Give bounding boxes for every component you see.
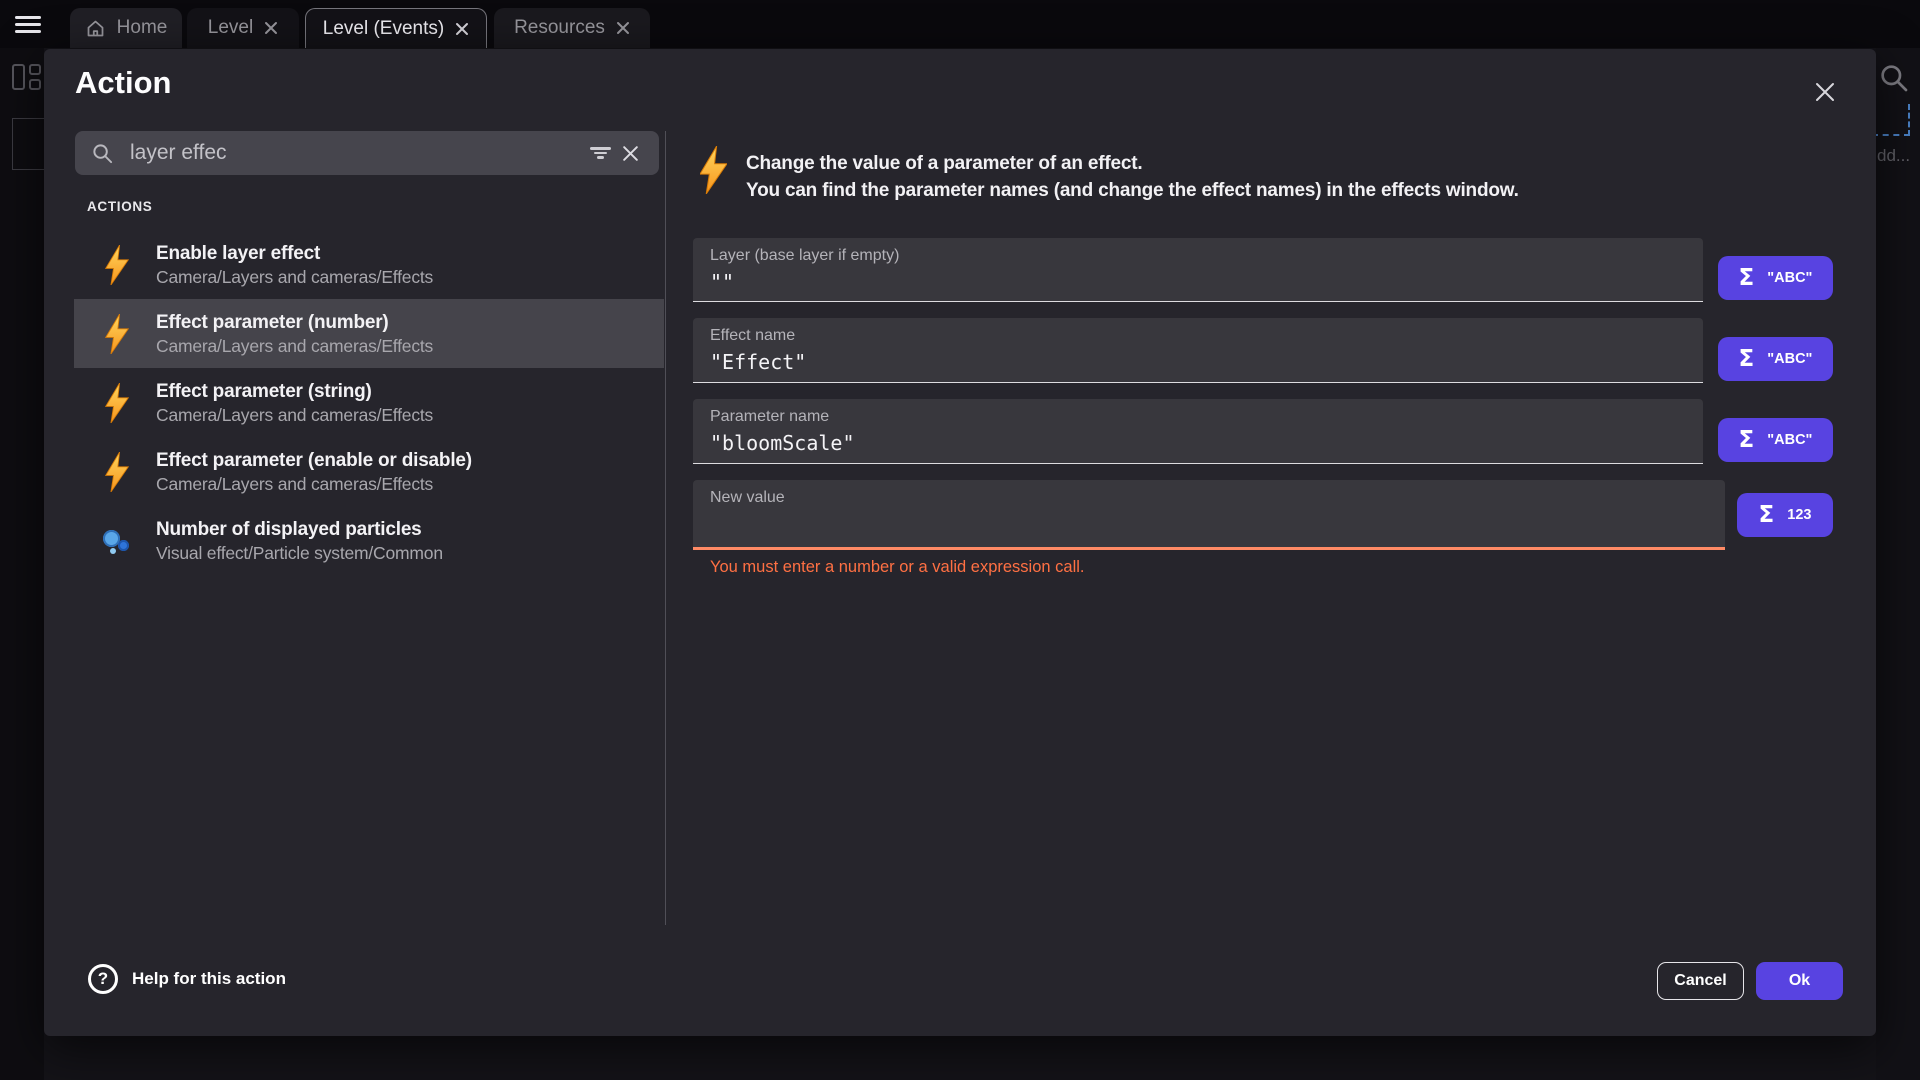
- sigma-icon: Σ: [1739, 346, 1755, 372]
- field-label: Layer (base layer if empty): [710, 247, 1703, 265]
- expression-type-label: "ABC": [1767, 432, 1812, 448]
- tab-label: Resources: [514, 17, 605, 39]
- search-icon: [91, 142, 114, 165]
- close-icon: [1813, 80, 1837, 104]
- search-input[interactable]: [128, 140, 585, 166]
- ok-button[interactable]: Ok: [1756, 962, 1843, 1000]
- expression-builder-button-parameter-name[interactable]: Σ "ABC": [1718, 418, 1833, 462]
- dialog-title: Action: [75, 65, 171, 101]
- dialog-close-button[interactable]: [1807, 74, 1843, 110]
- list-item-enable-layer-effect[interactable]: Enable layer effect Camera/Layers and ca…: [74, 230, 664, 299]
- action-dialog: Action ACTIONS: [44, 49, 1876, 1036]
- lightning-icon: [102, 245, 132, 285]
- expression-type-label: "ABC": [1767, 270, 1812, 286]
- lightning-icon: [102, 383, 132, 423]
- field-value: "Effect": [710, 350, 1703, 374]
- truncated-label: dd...: [1877, 146, 1910, 166]
- close-icon[interactable]: [455, 22, 469, 36]
- description-line-2: You can find the parameter names (and ch…: [746, 177, 1519, 204]
- lightning-icon: [102, 314, 132, 354]
- right-panel-background: dd...: [1876, 48, 1920, 1080]
- help-icon: ?: [88, 964, 118, 994]
- parameter-name-field[interactable]: Parameter name "bloomScale": [693, 399, 1703, 464]
- sigma-icon: Σ: [1739, 427, 1755, 453]
- tab-label: Home: [117, 17, 168, 39]
- field-value: "": [710, 270, 1703, 294]
- app-window: Home Level Level (Events) Resources: [0, 0, 1920, 1080]
- home-icon: [85, 18, 106, 39]
- tab-bar: Home Level Level (Events) Resources: [0, 0, 1920, 48]
- action-path: Camera/Layers and cameras/Effects: [156, 404, 433, 427]
- field-label: Effect name: [710, 327, 1703, 345]
- action-path: Camera/Layers and cameras/Effects: [156, 335, 433, 358]
- list-item-effect-parameter-enable[interactable]: Effect parameter (enable or disable) Cam…: [74, 437, 664, 506]
- tab-resources[interactable]: Resources: [494, 8, 650, 48]
- close-icon[interactable]: [264, 21, 278, 35]
- action-description: Change the value of a parameter of an ef…: [746, 150, 1519, 204]
- filter-icon: [590, 145, 611, 161]
- description-line-1: Change the value of a parameter of an ef…: [746, 150, 1519, 177]
- field-value: "bloomScale": [710, 431, 1703, 455]
- field-label: New value: [710, 489, 1725, 507]
- lightning-icon: [102, 452, 132, 492]
- tab-level-events[interactable]: Level (Events): [305, 8, 487, 48]
- list-item-number-of-displayed-particles[interactable]: Number of displayed particles Visual eff…: [74, 506, 664, 575]
- validation-error-text: You must enter a number or a valid expre…: [710, 558, 1085, 577]
- field-label: Parameter name: [710, 408, 1703, 426]
- actions-section-header: ACTIONS: [87, 199, 152, 214]
- layer-field[interactable]: Layer (base layer if empty) "": [693, 238, 1703, 302]
- expression-builder-button-layer[interactable]: Σ "ABC": [1718, 256, 1833, 300]
- list-item-effect-parameter-number[interactable]: Effect parameter (number) Camera/Layers …: [74, 299, 664, 368]
- tab-level[interactable]: Level: [187, 8, 299, 48]
- search-icon: [1878, 62, 1910, 94]
- new-value-field[interactable]: New value: [693, 480, 1725, 550]
- particles-icon: [102, 527, 132, 555]
- close-icon[interactable]: [616, 21, 630, 35]
- action-title: Effect parameter (enable or disable): [156, 448, 472, 473]
- tab-home[interactable]: Home: [70, 8, 182, 48]
- actions-list: Enable layer effect Camera/Layers and ca…: [74, 230, 664, 575]
- effect-name-field[interactable]: Effect name "Effect": [693, 318, 1703, 383]
- expression-type-label: 123: [1787, 507, 1811, 523]
- left-toolbar-background: [0, 48, 44, 1080]
- action-path: Camera/Layers and cameras/Effects: [156, 473, 472, 496]
- cancel-button[interactable]: Cancel: [1657, 962, 1744, 1000]
- clear-search-button[interactable]: [615, 138, 645, 168]
- ok-label: Ok: [1789, 972, 1810, 990]
- expression-builder-button-effect-name[interactable]: Σ "ABC": [1718, 337, 1833, 381]
- selection-dashed-outline: [1872, 104, 1910, 136]
- action-title: Enable layer effect: [156, 241, 433, 266]
- action-path: Camera/Layers and cameras/Effects: [156, 266, 433, 289]
- menu-icon[interactable]: [15, 16, 41, 34]
- panel-divider: [665, 131, 666, 925]
- cancel-label: Cancel: [1674, 972, 1726, 990]
- action-search-bar: [75, 131, 659, 175]
- expression-builder-button-new-value[interactable]: Σ 123: [1737, 493, 1833, 537]
- action-path: Visual effect/Particle system/Common: [156, 542, 443, 565]
- layout-panels-icon: [12, 64, 44, 92]
- expression-type-label: "ABC": [1767, 351, 1812, 367]
- filter-button[interactable]: [585, 138, 615, 168]
- list-item-effect-parameter-string[interactable]: Effect parameter (string) Camera/Layers …: [74, 368, 664, 437]
- tab-label: Level (Events): [323, 18, 444, 40]
- lightning-icon: [700, 146, 727, 199]
- sigma-icon: Σ: [1739, 265, 1755, 291]
- toolbar-button-outline: [12, 118, 48, 170]
- action-title: Number of displayed particles: [156, 517, 443, 542]
- sigma-icon: Σ: [1759, 502, 1775, 528]
- tab-label: Level: [208, 17, 253, 39]
- close-icon: [621, 144, 640, 163]
- action-title: Effect parameter (string): [156, 379, 433, 404]
- help-link[interactable]: ? Help for this action: [88, 964, 286, 994]
- action-title: Effect parameter (number): [156, 310, 433, 335]
- help-label: Help for this action: [132, 969, 286, 989]
